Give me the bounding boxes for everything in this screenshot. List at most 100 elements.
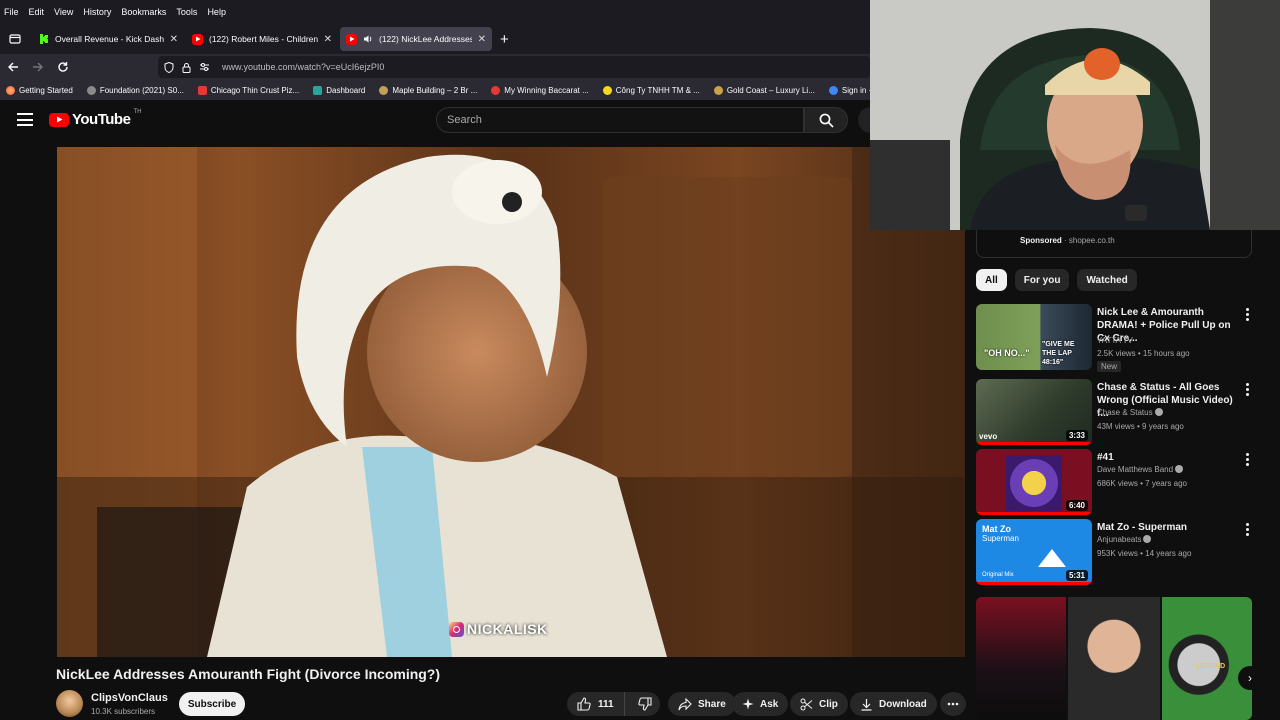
ask-label: Ask xyxy=(760,698,779,710)
tracking-shield-icon[interactable] xyxy=(164,61,174,73)
video-player[interactable]: NICKALISK xyxy=(57,147,965,657)
download-button[interactable]: Download xyxy=(850,692,937,716)
verified-check-icon xyxy=(1154,408,1163,416)
tab-close-icon[interactable]: ✕ xyxy=(170,34,178,45)
tab-list-button[interactable] xyxy=(0,24,30,54)
more-vert-icon[interactable] xyxy=(1244,383,1250,396)
subscribe-button[interactable]: Subscribe xyxy=(179,692,245,716)
bookmark-cong-ty[interactable]: Công Ty TNHH TM & ... xyxy=(602,85,700,95)
sponsor-domain: shopee.co.th xyxy=(1068,236,1115,245)
tab-close-icon[interactable]: ✕ xyxy=(478,34,486,45)
bookmark-dashboard[interactable]: Dashboard xyxy=(313,85,365,95)
channel-label: Anjunabeats xyxy=(1097,535,1142,544)
video-thumbnail[interactable]: Mat Zo Superman Original Mix 5:31 xyxy=(976,519,1092,585)
shelf-thumbnail[interactable] xyxy=(1068,597,1160,720)
back-button[interactable] xyxy=(0,54,25,80)
channel-name[interactable]: Chase & Status xyxy=(1097,408,1163,417)
speaker-icon[interactable] xyxy=(363,34,373,44)
menu-tools[interactable]: Tools xyxy=(176,7,197,17)
chip-all[interactable]: All xyxy=(976,269,1007,291)
permissions-icon[interactable] xyxy=(199,62,210,72)
ask-button[interactable]: Ask xyxy=(732,692,789,716)
forward-button[interactable] xyxy=(25,54,50,80)
video-thumbnail[interactable]: vevo 3:33 xyxy=(976,379,1092,445)
like-button[interactable]: 111 xyxy=(567,692,625,716)
scissors-icon xyxy=(800,698,813,710)
channel-name[interactable]: YATTA TV xyxy=(1097,336,1133,345)
recommended-video[interactable]: Mat Zo Superman Original Mix 5:31 Mat Zo… xyxy=(976,519,1256,585)
more-horizontal-icon xyxy=(947,702,959,706)
chip-watched[interactable]: Watched xyxy=(1077,269,1137,291)
search-input[interactable]: Search xyxy=(436,107,804,133)
verified-check-icon xyxy=(1143,535,1152,543)
bookmark-foundation[interactable]: Foundation (2021) S0... xyxy=(86,85,184,95)
thumbnail-progress-bar xyxy=(976,582,1092,585)
menu-bookmarks[interactable]: Bookmarks xyxy=(121,7,166,17)
bookmark-sign-in[interactable]: Sign in · Drea xyxy=(828,85,870,95)
channel-name[interactable]: Dave Matthews Band xyxy=(1097,465,1184,474)
dislike-button[interactable] xyxy=(631,697,659,711)
menu-file[interactable]: File xyxy=(4,7,19,17)
clip-button[interactable]: Clip xyxy=(790,692,848,716)
youtube-logo[interactable]: YouTube TH xyxy=(49,109,142,128)
bookmark-getting-started[interactable]: Getting Started xyxy=(6,85,73,95)
bookmarks-toolbar: Getting Started Foundation (2021) S0... … xyxy=(0,80,870,100)
channel-avatar[interactable] xyxy=(56,690,83,717)
site-favicon-icon xyxy=(379,85,389,95)
more-actions-button[interactable] xyxy=(940,692,966,716)
instagram-icon xyxy=(449,621,464,637)
verified-check-icon xyxy=(1175,465,1184,473)
bookmark-gold-coast[interactable]: Gold Coast – Luxury Li... xyxy=(713,85,815,95)
channel-name[interactable]: ClipsVonClaus xyxy=(91,692,168,704)
tab-robert-miles[interactable]: (122) Robert Miles - Children [D ✕ xyxy=(186,27,338,51)
video-title[interactable]: Mat Zo - Superman xyxy=(1097,521,1237,534)
shelf-next-chevron-icon[interactable]: › xyxy=(1238,666,1262,690)
more-vert-icon[interactable] xyxy=(1244,453,1250,466)
bookmark-maple-building[interactable]: Maple Building – 2 Br ... xyxy=(379,85,477,95)
more-vert-icon[interactable] xyxy=(1244,523,1250,536)
more-vert-icon[interactable] xyxy=(1244,308,1250,321)
sparkle-icon xyxy=(742,698,754,710)
instagram-overlay: NICKALISK xyxy=(449,621,548,637)
video-meta: 953K views • 14 years ago xyxy=(1097,549,1192,558)
bookmark-label: Getting Started xyxy=(19,85,73,95)
menu-history[interactable]: History xyxy=(83,7,111,17)
menu-edit[interactable]: Edit xyxy=(29,7,45,17)
hamburger-menu-icon[interactable] xyxy=(17,113,33,126)
share-button[interactable]: Share xyxy=(668,692,736,716)
youtube-masthead: YouTube TH Search xyxy=(0,100,884,140)
site-favicon-icon xyxy=(713,85,723,95)
video-thumbnail[interactable]: "OH NO..." "GIVE ME THE LAP 48:16" xyxy=(976,304,1092,370)
thumbnail-shelf[interactable]: LEGEND xyxy=(976,597,1252,720)
bookmark-chicago-pizza[interactable]: Chicago Thin Crust Piz... xyxy=(197,85,299,95)
youtube-favicon-icon xyxy=(192,33,203,45)
shelf-thumbnail[interactable] xyxy=(976,597,1066,720)
chip-for-you[interactable]: For you xyxy=(1014,269,1070,291)
menu-view[interactable]: View xyxy=(54,7,73,17)
new-tab-plus-icon[interactable]: + xyxy=(500,31,509,48)
search-button[interactable] xyxy=(804,107,848,133)
video-owner-row: ClipsVonClaus 10.3K subscribers Subscrib… xyxy=(56,690,966,720)
video-meta: 43M views • 9 years ago xyxy=(1097,422,1184,431)
new-badge: New xyxy=(1097,361,1122,372)
channel-name[interactable]: Anjunabeats xyxy=(1097,535,1152,544)
recommended-video[interactable]: 6:40 #41 Dave Matthews Band 686K views •… xyxy=(976,449,1256,515)
reload-button[interactable] xyxy=(50,54,75,80)
tab-close-icon[interactable]: ✕ xyxy=(324,34,332,45)
bookmark-baccarat[interactable]: My Winning Baccarat ... xyxy=(491,85,589,95)
video-thumbnail[interactable]: 6:40 xyxy=(976,449,1092,515)
tab-nicklee-active[interactable]: (122) NickLee Addresses Am ✕ xyxy=(340,27,492,51)
thumbs-down-icon xyxy=(637,697,652,711)
region-code: TH xyxy=(133,109,142,115)
youtube-play-icon xyxy=(49,112,69,127)
tab-kick-dashboard[interactable]: Overall Revenue - Kick Dashboard ✕ xyxy=(32,27,184,51)
url-text: www.youtube.com/watch?v=eUcI6ejzPI0 xyxy=(222,62,385,72)
shelf-thumbnail[interactable]: LEGEND xyxy=(1162,597,1252,720)
thumbnail-title: Mat Zo xyxy=(982,524,1011,534)
lock-icon[interactable] xyxy=(182,62,191,73)
recommended-video[interactable]: vevo 3:33 Chase & Status - All Goes Wron… xyxy=(976,379,1256,445)
menu-help[interactable]: Help xyxy=(207,7,226,17)
video-title[interactable]: #41 xyxy=(1097,451,1237,464)
address-bar[interactable]: www.youtube.com/watch?v=eUcI6ejzPI0 xyxy=(158,56,870,78)
recommended-video[interactable]: "OH NO..." "GIVE ME THE LAP 48:16" Nick … xyxy=(976,304,1256,372)
